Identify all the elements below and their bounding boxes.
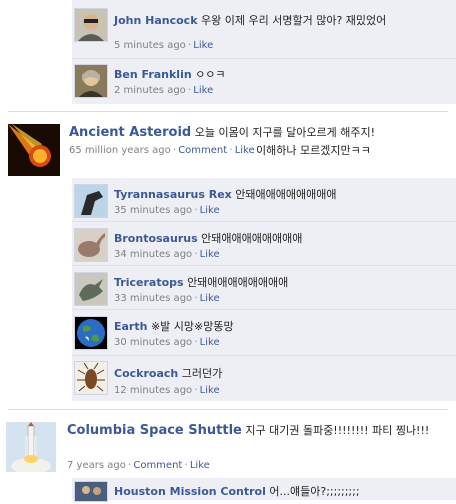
- avatar-triceratops[interactable]: [74, 272, 108, 306]
- post-ancient-asteroid: Ancient Asteroid 오늘 이몸이 지구를 달아오르게 해주지! 6…: [0, 112, 456, 178]
- comment-cockroach: Cockroach 그러던가 12 minutes ago · Like: [72, 356, 456, 401]
- post-text: 지구 대기권 돌파중!!!!!!!! 파티 찡나!!!: [245, 424, 430, 437]
- comment-text: 그러던가: [181, 367, 223, 380]
- like-link[interactable]: Like: [193, 85, 213, 96]
- comment-brontosaurus: Brontosaurus 안돼애애애애애애애애 34 minutes ago · L…: [72, 222, 456, 265]
- comment-triceratops: Triceratops 안돼애애애애애애애애 33 minutes ago · Li…: [72, 266, 456, 309]
- post-timestamp[interactable]: 65 million years ago: [69, 145, 171, 156]
- comment-text: 어...얘들아?;;;;;;;;;: [269, 485, 360, 498]
- comments-block-3: Houston Mission Control 어...얘들아?;;;;;;;;…: [72, 478, 456, 502]
- avatar-brontosaurus[interactable]: [74, 228, 108, 262]
- like-link[interactable]: Like: [200, 337, 220, 348]
- comment-timestamp[interactable]: 33 minutes ago: [114, 293, 192, 304]
- comments-block-2: Tyrannasaurus Rex 안돼애애애애애애애애 35 minutes …: [72, 178, 456, 401]
- like-link[interactable]: Like: [200, 205, 220, 216]
- commenter-name[interactable]: Houston Mission Control: [114, 485, 266, 498]
- like-link[interactable]: Like: [200, 293, 220, 304]
- comment-houston-mission-control: Houston Mission Control 어...얘들아?;;;;;;;;…: [72, 478, 456, 502]
- post-text-continued: 이해하나 모르겠지만ㅋㅋ: [256, 144, 371, 157]
- comment-text: ㅇㅇㅋ: [195, 68, 226, 81]
- comment-timestamp[interactable]: 5 minutes ago: [114, 40, 186, 51]
- commenter-name[interactable]: John Hancock: [114, 14, 198, 27]
- comment-text: 우왕 이제 우리 서명할거 많아? 재밌었어: [201, 14, 387, 27]
- post-text: 오늘 이몸이 지구를 달아오르게 해주지!: [194, 126, 376, 139]
- comment-text: 안돼애애애애애애애애: [187, 276, 289, 289]
- post-columbia-space-shuttle: Columbia Space Shuttle 지구 대기권 돌파중!!!!!!!…: [0, 410, 456, 478]
- avatar-ben-franklin[interactable]: [74, 64, 108, 98]
- avatar-cockroach[interactable]: [74, 361, 108, 395]
- commenter-name[interactable]: Tyrannasaurus Rex: [114, 188, 232, 201]
- comment-timestamp[interactable]: 12 minutes ago: [114, 385, 192, 396]
- comment-timestamp[interactable]: 35 minutes ago: [114, 205, 192, 216]
- poster-name[interactable]: Ancient Asteroid: [69, 125, 191, 140]
- like-link[interactable]: Like: [190, 460, 210, 471]
- comment-earth: Earth ※발 시망※망똥망 30 minutes ago · Like: [72, 310, 456, 355]
- post-timestamp[interactable]: 7 years ago: [67, 460, 126, 471]
- avatar-tyrannasaurus-rex[interactable]: [74, 184, 108, 218]
- comment-text: 안돼애애애애애애애애: [235, 188, 337, 201]
- comment-link[interactable]: Comment: [133, 460, 182, 471]
- avatar-john-hancock[interactable]: [74, 8, 108, 42]
- comment-text: ※발 시망※망똥망: [150, 320, 234, 333]
- avatar-columbia-space-shuttle[interactable]: [6, 422, 56, 474]
- commenter-name[interactable]: Cockroach: [114, 367, 178, 380]
- commenter-name[interactable]: Earth: [114, 320, 147, 333]
- comment-link[interactable]: Comment: [178, 145, 227, 156]
- comment-timestamp[interactable]: 30 minutes ago: [114, 337, 192, 348]
- commenter-name[interactable]: Triceratops: [114, 276, 184, 289]
- avatar-ancient-asteroid[interactable]: [8, 124, 60, 176]
- avatar-houston-mission-control[interactable]: [74, 481, 108, 502]
- like-link[interactable]: Like: [200, 385, 220, 396]
- avatar-earth[interactable]: [74, 316, 108, 350]
- comments-block-1: John Hancock 우왕 이제 우리 서명할거 많아? 재밌었어 5 mi…: [72, 0, 456, 104]
- comment-ben-franklin: Ben Franklin ㅇㅇㅋ 2 minutes ago · Like: [72, 59, 456, 104]
- comment-timestamp[interactable]: 34 minutes ago: [114, 249, 192, 260]
- comment-text: 안돼애애애애애애애애: [201, 232, 303, 245]
- poster-name[interactable]: Columbia Space Shuttle: [67, 423, 242, 438]
- like-link[interactable]: Like: [235, 145, 255, 156]
- commenter-name[interactable]: Brontosaurus: [114, 232, 198, 245]
- comment-timestamp[interactable]: 2 minutes ago: [114, 85, 186, 96]
- comment-tyrannasaurus-rex: Tyrannasaurus Rex 안돼애애애애애애애애 35 minutes …: [72, 178, 456, 221]
- commenter-name[interactable]: Ben Franklin: [114, 68, 192, 81]
- like-link[interactable]: Like: [200, 249, 220, 260]
- comment-john-hancock: John Hancock 우왕 이제 우리 서명할거 많아? 재밌었어 5 mi…: [72, 0, 456, 58]
- like-link[interactable]: Like: [193, 40, 213, 51]
